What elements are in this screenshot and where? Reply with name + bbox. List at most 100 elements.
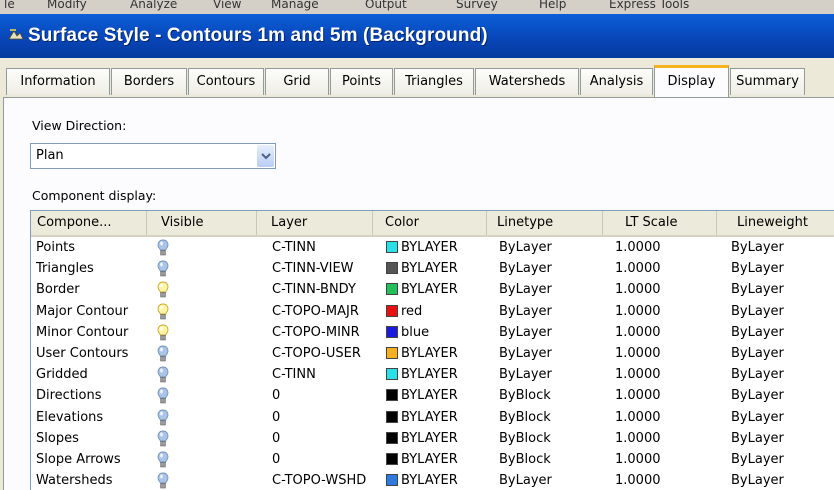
cell-lineweight[interactable]: ByLayer [731, 237, 784, 258]
tab-grid[interactable]: Grid [265, 68, 329, 95]
table-row[interactable]: Watersheds C-TOPO-WSHD BYLAYER ByLayer 1.000… [31, 470, 834, 490]
lightbulb-off-icon[interactable] [157, 345, 169, 363]
cell-component[interactable]: Triangles [36, 258, 94, 279]
cell-lineweight[interactable]: ByLayer [731, 279, 784, 300]
cell-component[interactable]: Minor Contour [36, 322, 128, 343]
cell-layer[interactable]: C-TOPO-MAJR [272, 301, 359, 322]
cell-linetype[interactable]: ByLayer [499, 322, 552, 343]
cell-layer[interactable]: C-TOPO-WSHD [272, 470, 366, 490]
cell-component[interactable]: User Contours [36, 343, 128, 364]
lightbulb-off-icon[interactable] [157, 409, 169, 427]
cell-lineweight[interactable]: ByLayer [731, 301, 784, 322]
cell-linetype[interactable]: ByBlock [499, 449, 551, 470]
menu-item-help[interactable]: Help [539, 0, 566, 11]
table-row[interactable]: Slope Arrows 0 BYLAYER ByBlock 1.0000 ByLayer [31, 449, 834, 470]
menu-item-view[interactable]: View [213, 0, 241, 11]
lightbulb-off-icon[interactable] [157, 260, 169, 278]
cell-lt-scale[interactable]: 1.0000 [615, 470, 661, 490]
cell-color[interactable]: BYLAYER [386, 407, 458, 428]
tab-summary[interactable]: Summary [730, 68, 805, 95]
cell-linetype[interactable]: ByLayer [499, 364, 552, 385]
cell-lineweight[interactable]: ByLayer [731, 407, 784, 428]
column-header-lineweight[interactable]: Lineweight [717, 211, 834, 235]
lightbulb-on-icon[interactable] [157, 281, 169, 299]
tab-triangles[interactable]: Triangles [394, 68, 474, 95]
menu-item-manage[interactable]: Manage [271, 0, 319, 11]
tab-contours[interactable]: Contours [188, 68, 264, 95]
column-header-visible[interactable]: Visible [147, 211, 257, 235]
cell-color[interactable]: red [386, 301, 422, 322]
cell-lineweight[interactable]: ByLayer [731, 449, 784, 470]
cell-layer[interactable]: C-TINN-VIEW [272, 258, 354, 279]
column-header-component[interactable]: Compone... [31, 211, 147, 235]
cell-layer[interactable]: 0 [272, 428, 280, 449]
menu-item-modify[interactable]: Modify [47, 0, 87, 11]
cell-color[interactable]: BYLAYER [386, 364, 458, 385]
cell-lineweight[interactable]: ByLayer [731, 258, 784, 279]
cell-lineweight[interactable]: ByLayer [731, 385, 784, 406]
cell-lineweight[interactable]: ByLayer [731, 364, 784, 385]
table-row[interactable]: Gridded C-TINN BYLAYER ByLayer 1.0000 ByLayer [31, 364, 834, 385]
lightbulb-off-icon[interactable] [157, 430, 169, 448]
cell-lt-scale[interactable]: 1.0000 [615, 237, 661, 258]
column-header-color[interactable]: Color [373, 211, 487, 235]
menu-item-survey[interactable]: Survey [456, 0, 498, 11]
column-header-linetype[interactable]: Linetype [487, 211, 603, 235]
cell-lt-scale[interactable]: 1.0000 [615, 343, 661, 364]
tab-analysis[interactable]: Analysis [580, 68, 653, 95]
cell-lt-scale[interactable]: 1.0000 [615, 449, 661, 470]
lightbulb-on-icon[interactable] [157, 324, 169, 342]
cell-lt-scale[interactable]: 1.0000 [615, 322, 661, 343]
cell-component[interactable]: Slopes [36, 428, 79, 449]
column-header-layer[interactable]: Layer [257, 211, 373, 235]
cell-color[interactable]: BYLAYER [386, 428, 458, 449]
cell-component[interactable]: Points [36, 237, 75, 258]
cell-lt-scale[interactable]: 1.0000 [615, 364, 661, 385]
cell-linetype[interactable]: ByBlock [499, 407, 551, 428]
cell-color[interactable]: BYLAYER [386, 237, 458, 258]
cell-linetype[interactable]: ByBlock [499, 385, 551, 406]
tab-display[interactable]: Display [654, 65, 729, 97]
table-row[interactable]: User Contours C-TOPO-USER BYLAYER ByLayer 1.… [31, 343, 834, 364]
component-display-table[interactable]: Compone... Visible Layer Color Linetype … [30, 210, 834, 490]
view-direction-select[interactable]: Plan [30, 143, 276, 169]
lightbulb-off-icon[interactable] [157, 239, 169, 257]
cell-component[interactable]: Elevations [36, 407, 103, 428]
table-row[interactable]: Triangles C-TINN-VIEW BYLAYER ByLayer 1.0000… [31, 258, 834, 279]
cell-lineweight[interactable]: ByLayer [731, 470, 784, 490]
cell-color[interactable]: BYLAYER [386, 279, 458, 300]
table-row[interactable]: Elevations 0 BYLAYER ByBlock 1.0000 ByLayer [31, 407, 834, 428]
table-row[interactable]: Major Contour C-TOPO-MAJR red ByLayer 1.0000… [31, 301, 834, 322]
cell-layer[interactable]: 0 [272, 407, 280, 428]
table-row[interactable]: Minor Contour C-TOPO-MINR blue ByLayer 1.000… [31, 322, 834, 343]
lightbulb-off-icon[interactable] [157, 451, 169, 469]
cell-color[interactable]: BYLAYER [386, 449, 458, 470]
cell-component[interactable]: Gridded [36, 364, 88, 385]
tab-borders[interactable]: Borders [111, 68, 187, 95]
cell-lineweight[interactable]: ByLayer [731, 322, 784, 343]
cell-linetype[interactable]: ByBlock [499, 428, 551, 449]
lightbulb-off-icon[interactable] [157, 387, 169, 405]
cell-linetype[interactable]: ByLayer [499, 279, 552, 300]
menu-item-analyze[interactable]: Analyze [130, 0, 177, 11]
cell-layer[interactable]: C-TINN-BNDY [272, 279, 356, 300]
cell-layer[interactable]: C-TINN [272, 237, 316, 258]
cell-lineweight[interactable]: ByLayer [731, 343, 784, 364]
cell-lt-scale[interactable]: 1.0000 [615, 301, 661, 322]
tab-information[interactable]: Information [6, 68, 110, 95]
cell-layer[interactable]: C-TINN [272, 364, 316, 385]
cell-layer[interactable]: C-TOPO-USER [272, 343, 361, 364]
cell-layer[interactable]: C-TOPO-MINR [272, 322, 360, 343]
cell-linetype[interactable]: ByLayer [499, 237, 552, 258]
cell-linetype[interactable]: ByLayer [499, 470, 552, 490]
cell-lt-scale[interactable]: 1.0000 [615, 279, 661, 300]
chevron-down-icon[interactable] [257, 145, 274, 167]
table-row[interactable]: Slopes 0 BYLAYER ByBlock 1.0000 ByLayer [31, 428, 834, 449]
table-row[interactable]: Points C-TINN BYLAYER ByLayer 1.0000 ByLayer [31, 237, 834, 258]
lightbulb-off-icon[interactable] [157, 366, 169, 384]
cell-color[interactable]: BYLAYER [386, 385, 458, 406]
table-row[interactable]: Directions 0 BYLAYER ByBlock 1.0000 ByLayer [31, 385, 834, 406]
cell-component[interactable]: Major Contour [36, 301, 128, 322]
cell-color[interactable]: blue [386, 322, 429, 343]
cell-lt-scale[interactable]: 1.0000 [615, 428, 661, 449]
